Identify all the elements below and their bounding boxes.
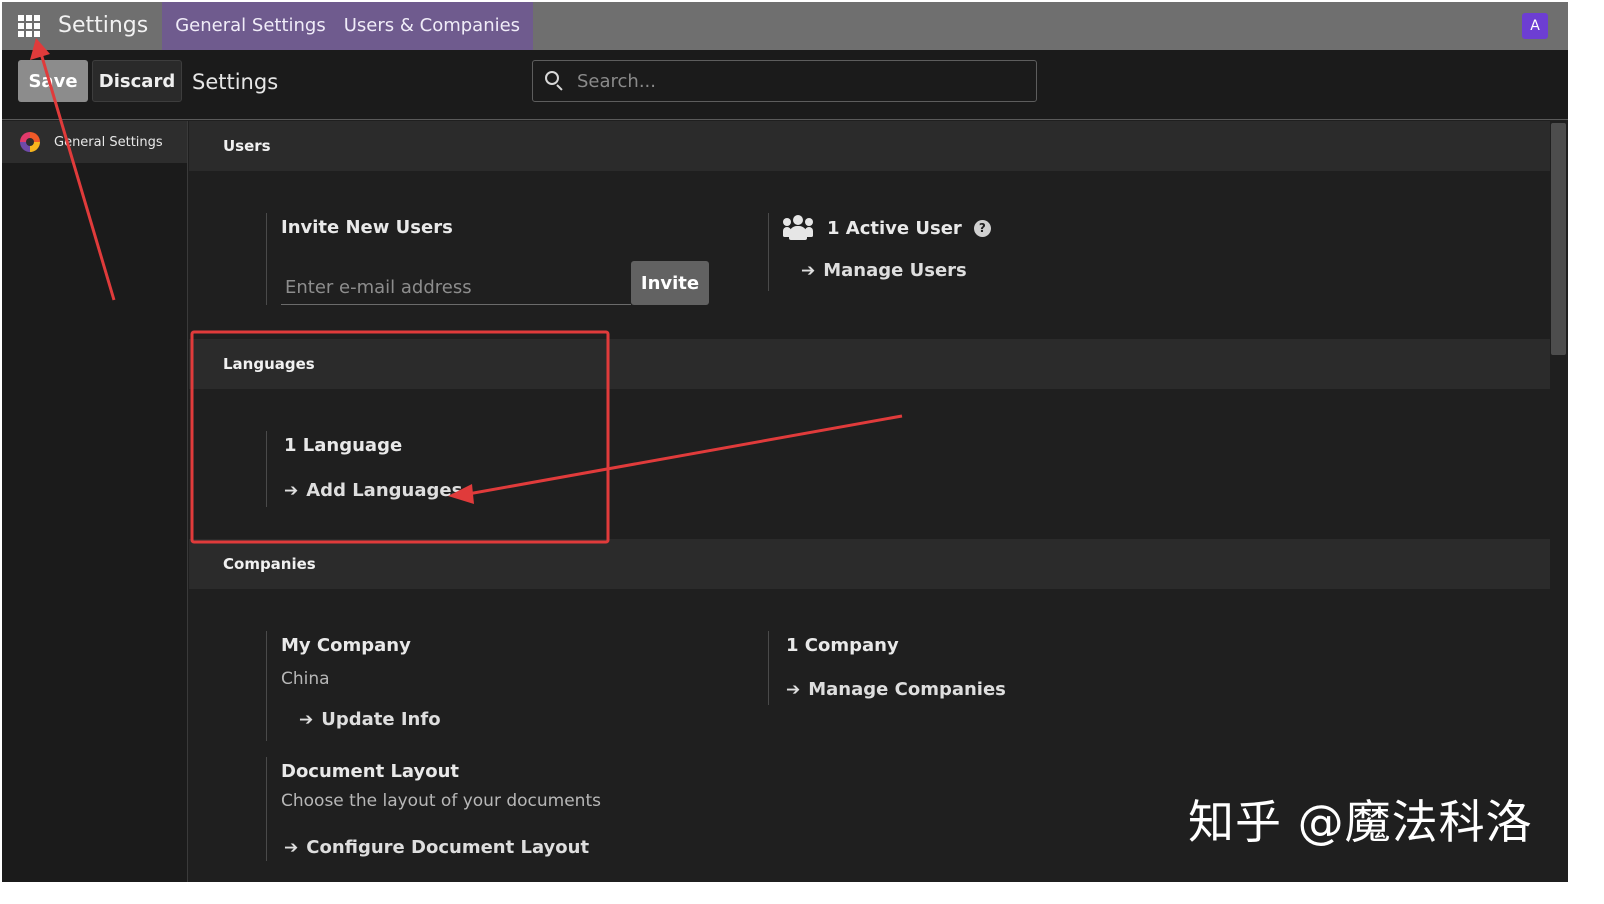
- nav-menu: General Settings Users & Companies: [162, 2, 534, 50]
- company-name: My Company: [281, 635, 411, 656]
- app-brand[interactable]: Settings: [56, 2, 162, 50]
- search-input[interactable]: [577, 70, 1017, 92]
- section-header-companies: Companies: [189, 539, 1550, 589]
- manage-users-label: Manage Users: [823, 260, 967, 281]
- active-users-setting: 1 Active User ? ➔ Manage Users: [768, 213, 1168, 291]
- sidebar-item-general-settings[interactable]: General Settings: [2, 121, 187, 163]
- configure-document-layout-label: Configure Document Layout: [306, 837, 590, 858]
- email-field[interactable]: [281, 261, 631, 305]
- user-avatar[interactable]: A: [1522, 13, 1548, 39]
- update-info-link[interactable]: ➔ Update Info: [299, 709, 441, 730]
- company-country: China: [281, 669, 330, 689]
- apps-menu-icon[interactable]: [2, 2, 56, 50]
- languages-setting: 1 Language ➔ Add Languages: [266, 431, 566, 507]
- invite-users-setting: Invite New Users Invite: [266, 213, 726, 305]
- watermark-text: 知乎 @魔法科洛: [1188, 795, 1533, 849]
- app-logo-icon: [20, 132, 40, 152]
- save-button[interactable]: Save: [18, 60, 88, 102]
- scrollbar-thumb[interactable]: [1551, 123, 1566, 355]
- content-scrollbar[interactable]: [1550, 121, 1568, 882]
- companies-count-setting: 1 Company ➔ Manage Companies: [768, 631, 1168, 705]
- language-count: 1 Language: [284, 435, 403, 456]
- document-layout-description: Choose the layout of your documents: [281, 791, 601, 811]
- section-header-users: Users: [189, 121, 1550, 171]
- add-languages-label: Add Languages: [306, 480, 463, 501]
- discard-button[interactable]: Discard: [92, 60, 182, 102]
- page-title: Settings: [192, 70, 279, 94]
- configure-document-layout-link[interactable]: ➔ Configure Document Layout: [284, 837, 589, 858]
- invite-title: Invite New Users: [281, 217, 453, 238]
- settings-sidebar: General Settings: [2, 121, 188, 882]
- arrow-right-icon: ➔: [284, 837, 299, 858]
- search-bar: [532, 60, 1037, 102]
- manage-users-link[interactable]: ➔ Manage Users: [801, 260, 967, 281]
- invite-button[interactable]: Invite: [631, 261, 709, 305]
- settings-content: Users Invite New Users Invite 1 Active U…: [189, 121, 1550, 882]
- search-icon: [545, 71, 565, 91]
- help-icon[interactable]: ?: [973, 219, 991, 237]
- arrow-right-icon: ➔: [284, 480, 299, 501]
- section-header-languages: Languages: [189, 339, 1550, 389]
- company-setting: My Company China ➔ Update Info: [266, 631, 726, 741]
- update-info-label: Update Info: [321, 709, 441, 730]
- arrow-right-icon: ➔: [299, 709, 314, 730]
- sidebar-item-label: General Settings: [54, 134, 163, 150]
- document-layout-setting: Document Layout Choose the layout of you…: [266, 757, 726, 861]
- arrow-right-icon: ➔: [786, 679, 801, 700]
- document-layout-title: Document Layout: [281, 761, 460, 782]
- manage-companies-label: Manage Companies: [808, 679, 1006, 700]
- company-count: 1 Company: [786, 635, 899, 656]
- app-window: Settings General Settings Users & Compan…: [2, 2, 1568, 882]
- users-icon: [783, 215, 813, 241]
- arrow-right-icon: ➔: [801, 260, 816, 281]
- add-languages-link[interactable]: ➔ Add Languages: [284, 480, 462, 501]
- control-panel: Save Discard Settings: [2, 50, 1568, 120]
- top-navbar: Settings General Settings Users & Compan…: [2, 2, 1568, 50]
- active-users-count: 1 Active User: [827, 217, 962, 239]
- manage-companies-link[interactable]: ➔ Manage Companies: [786, 679, 1006, 700]
- nav-tab-general-settings[interactable]: General Settings: [166, 2, 335, 50]
- nav-tab-users-companies[interactable]: Users & Companies: [335, 2, 529, 50]
